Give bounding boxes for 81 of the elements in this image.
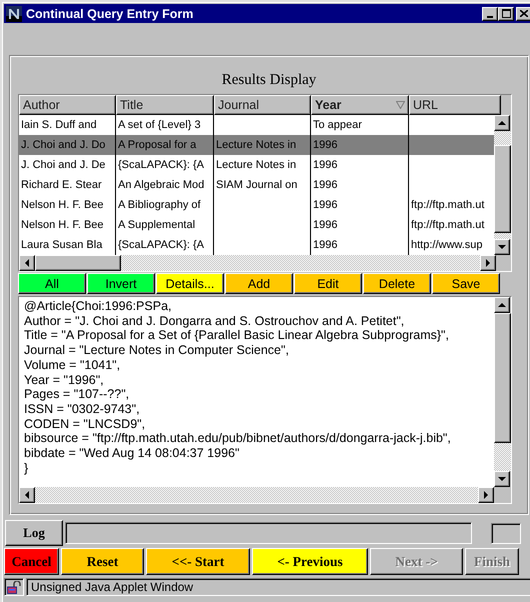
column-header[interactable]: Year bbox=[311, 95, 409, 115]
table-cell: Richard E. Stear bbox=[19, 175, 116, 195]
text-line: bibsource = "ftp://ftp.math.utah.edu/pub/bibnet/authors/d/dongarra-jack-j.bib", bbox=[24, 431, 452, 446]
table-cell: {ScaLAPACK}: {A bbox=[116, 155, 214, 175]
nav-button[interactable]: Reset bbox=[61, 548, 144, 575]
lock-icon bbox=[7, 580, 21, 594]
table-cell: SIAM Journal on bbox=[214, 175, 311, 195]
column-header[interactable]: Journal bbox=[214, 95, 311, 115]
scroll-left-button[interactable] bbox=[19, 255, 35, 271]
details-text-area[interactable] bbox=[19, 297, 494, 487]
action-button[interactable]: Delete bbox=[363, 273, 431, 294]
table-cell-text: ftp://ftp.math.ut bbox=[410, 198, 486, 213]
text-line: Year = "1996", bbox=[24, 372, 105, 388]
nav-button[interactable]: <- Previous bbox=[252, 548, 368, 575]
table-row[interactable]: Nelson H. F. Bee A Bibliography of 1996 ftp://ftp.math.ut bbox=[19, 195, 494, 215]
table-cell: Lecture Notes in bbox=[214, 155, 311, 175]
table-cell: 1996 bbox=[311, 195, 409, 215]
status-text: Unsigned Java Applet Window bbox=[26, 578, 530, 596]
scroll-up-button[interactable] bbox=[494, 115, 510, 131]
text-line: CODEN = "LNCSD9", bbox=[24, 416, 146, 432]
nav-button[interactable]: <<- Start bbox=[146, 548, 250, 575]
table-cell-text: http://www.sup bbox=[410, 238, 484, 253]
scroll-down-button[interactable] bbox=[494, 239, 510, 255]
table-row[interactable]: J. Choi and J. Do A Proposal for a Lecture Notes in 1996 bbox=[19, 135, 494, 155]
scroll-right-button[interactable] bbox=[478, 487, 494, 503]
table-row[interactable]: J. Choi and J. De {ScaLAPACK}: {A Lecture Notes in 1996 bbox=[19, 155, 494, 175]
text-line: Volume = "1041", bbox=[24, 358, 122, 373]
scroll-down-button[interactable] bbox=[494, 471, 510, 487]
table-cell: J. Choi and J. Do bbox=[19, 135, 116, 155]
column-header[interactable]: Author bbox=[19, 95, 116, 115]
table-cell: A Proposal for a bbox=[116, 135, 214, 155]
action-button[interactable]: Edit bbox=[294, 273, 362, 294]
text-line: Author = "J. Choi and J. Dongarra and S. Ostrouchov and A. Petitet", bbox=[24, 314, 406, 328]
text-line: Title = "A Proposal for a Set of {Parallel Basic Linear Algebra Subprograms}", bbox=[24, 328, 450, 344]
minimize-button[interactable] bbox=[482, 6, 498, 20]
close-button[interactable] bbox=[516, 6, 530, 20]
text-line: @Article{Choi:1996:PSPa, bbox=[24, 299, 172, 314]
text-line: ISSN = "0302-9743", bbox=[24, 402, 141, 417]
table-row[interactable]: Richard E. Stear An Algebraic Mod SIAM Journal on 1996 bbox=[19, 175, 494, 195]
action-button[interactable]: Invert bbox=[87, 273, 155, 294]
text-line: Pages = "107--??", bbox=[24, 387, 130, 402]
action-button[interactable]: Add bbox=[225, 273, 293, 294]
scrollbar-thumb[interactable] bbox=[494, 145, 511, 233]
text-line: } bbox=[24, 460, 30, 476]
scrollbar-thumb[interactable] bbox=[494, 313, 511, 443]
scrollbar-thumb[interactable] bbox=[35, 255, 121, 271]
window-title: Continual Query Entry Form bbox=[26, 6, 194, 20]
table-row[interactable]: Nelson H. F. Bee A Supplemental 1996 ftp://ftp.math.ut bbox=[19, 215, 494, 235]
nav-button[interactable]: Cancel bbox=[4, 548, 59, 575]
close-icon bbox=[520, 10, 528, 17]
sort-icon bbox=[396, 101, 405, 109]
table-cell: 1996 bbox=[311, 215, 409, 235]
log-field[interactable] bbox=[65, 522, 472, 544]
table-cell: Nelson H. F. Bee bbox=[19, 215, 116, 235]
scroll-left-button[interactable] bbox=[19, 487, 35, 503]
maximize-button[interactable] bbox=[498, 6, 514, 20]
panel-title: Results Display bbox=[222, 72, 316, 89]
scroll-right-button[interactable] bbox=[480, 255, 496, 271]
table-cell: 1996 bbox=[311, 155, 409, 175]
table-cell: 1996 bbox=[311, 135, 409, 155]
table-cell: A Bibliography of bbox=[116, 195, 214, 215]
table-cell: An Algebraic Mod bbox=[116, 175, 214, 195]
minimize-icon bbox=[487, 16, 493, 18]
table-cell: A Supplemental bbox=[116, 215, 214, 235]
table-cell: 1996 bbox=[311, 175, 409, 195]
table-cell: Nelson H. F. Bee bbox=[19, 195, 116, 215]
text-line: bibdate = "Wed Aug 14 08:04:37 1996" bbox=[24, 446, 240, 461]
table-cell-text: ftp://ftp.math.ut bbox=[410, 218, 486, 233]
column-header[interactable]: URL bbox=[409, 95, 501, 115]
column-header[interactable]: Title bbox=[116, 95, 214, 115]
log-button[interactable]: Log bbox=[5, 520, 63, 546]
text-line: Journal = "Lecture Notes in Computer Science", bbox=[24, 343, 290, 358]
app-icon bbox=[6, 6, 22, 22]
indicator-box bbox=[491, 522, 521, 544]
action-button[interactable]: Save bbox=[432, 273, 500, 294]
action-button[interactable]: Details... bbox=[156, 273, 224, 294]
scroll-up-button[interactable] bbox=[494, 297, 510, 313]
table-cell: J. Choi and J. De bbox=[19, 155, 116, 175]
maximize-icon bbox=[502, 9, 510, 18]
table-cell: Lecture Notes in bbox=[214, 135, 311, 155]
action-button[interactable]: All bbox=[18, 273, 86, 294]
